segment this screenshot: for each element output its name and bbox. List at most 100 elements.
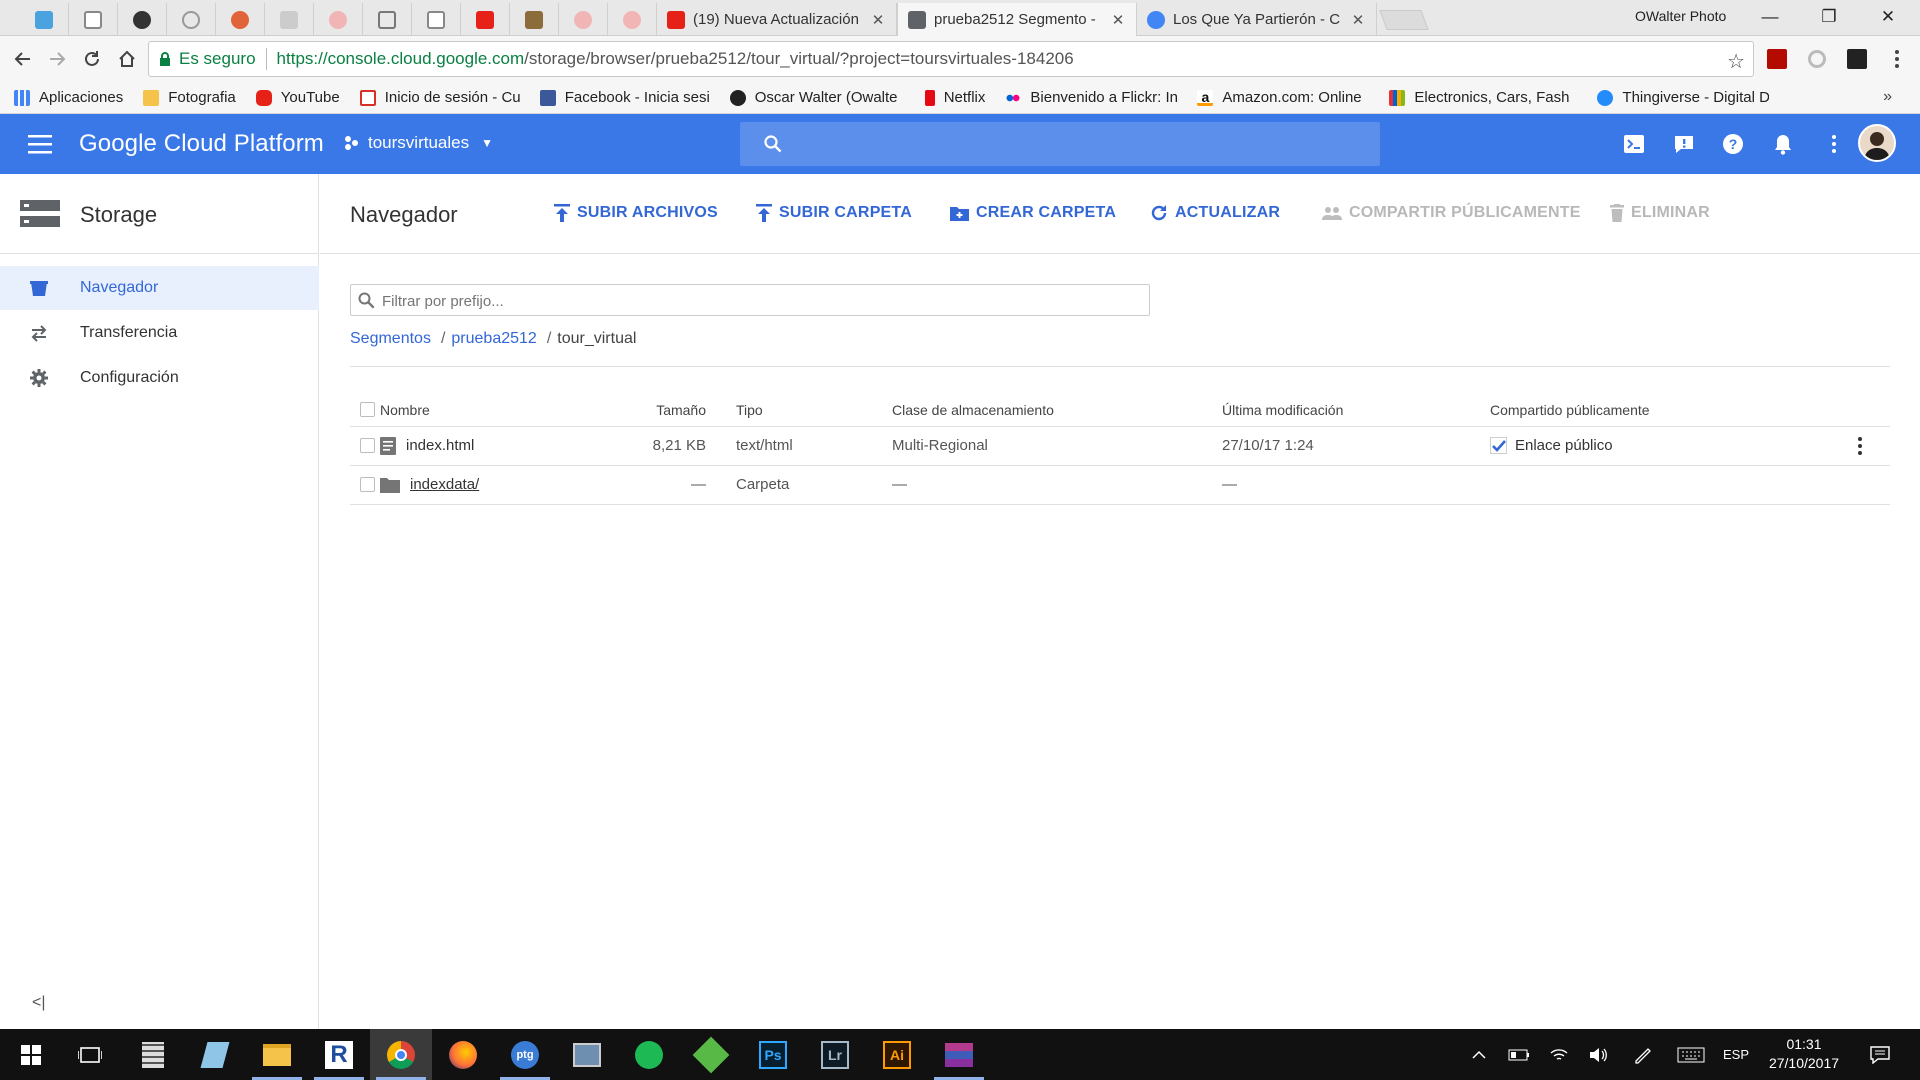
console-search[interactable] <box>740 122 1380 166</box>
public-link[interactable]: Enlace público <box>1515 437 1613 454</box>
pinned-tab[interactable] <box>412 3 461 36</box>
tab-docs[interactable]: Los Que Ya Partierón - C ✕ <box>1137 3 1377 36</box>
taskbar-clock[interactable]: 01:31 27/10/2017 <box>1758 1035 1850 1073</box>
taskbar-app-green[interactable] <box>680 1029 742 1080</box>
back-button[interactable] <box>10 46 36 72</box>
tray-keyboard-icon[interactable] <box>1672 1029 1710 1080</box>
folder-name-link[interactable]: indexdata/ <box>410 476 479 493</box>
pinned-tab[interactable] <box>510 3 559 36</box>
pinned-tab[interactable] <box>461 3 510 36</box>
collapse-sidebar-icon[interactable]: <| <box>32 994 46 1012</box>
pinned-tab[interactable] <box>69 3 118 36</box>
breadcrumb-bucket[interactable]: prueba2512 <box>451 330 536 348</box>
notifications-alert-button[interactable] <box>1672 132 1696 156</box>
amazon-extension-icon[interactable] <box>1846 48 1868 70</box>
share-publicly-button[interactable]: COMPARTIR PÚBLICAMENTE <box>1322 204 1581 222</box>
taskbar-file-explorer[interactable] <box>246 1029 308 1080</box>
new-tab-button[interactable] <box>1379 10 1429 30</box>
pinned-tab[interactable] <box>559 3 608 36</box>
bookmark-fotografia[interactable]: Fotografia <box>143 89 236 106</box>
language-indicator[interactable]: ESP <box>1716 1029 1756 1080</box>
bookmark-amazon[interactable]: a Amazon.com: Online <box>1197 89 1369 106</box>
taskbar-lightroom[interactable]: Lr <box>804 1029 866 1080</box>
column-header-type[interactable]: Tipo <box>736 394 892 427</box>
avatar[interactable] <box>1858 124 1896 162</box>
profile-name[interactable]: OWalter Photo <box>1635 8 1726 24</box>
project-selector[interactable]: toursvirtuales ▼ <box>344 133 493 153</box>
pinned-tab[interactable] <box>118 3 167 36</box>
pinned-tab[interactable] <box>265 3 314 36</box>
select-all-checkbox[interactable] <box>360 402 375 418</box>
pdf-extension-icon[interactable] <box>1766 48 1788 70</box>
delete-button[interactable]: ELIMINAR <box>1610 204 1710 222</box>
row-menu-button[interactable] <box>1850 436 1870 455</box>
row-checkbox[interactable] <box>360 477 375 492</box>
tray-wifi-icon[interactable] <box>1542 1029 1576 1080</box>
sidebar-item-configuracion[interactable]: Configuración <box>0 356 319 400</box>
taskbar-r-app[interactable]: R <box>308 1029 370 1080</box>
table-row[interactable]: index.html 8,21 KB text/html Multi-Regio… <box>350 426 1890 466</box>
refresh-button[interactable]: ACTUALIZAR <box>1150 204 1280 222</box>
bookmark-gmail[interactable]: Inicio de sesión - Cue <box>359 89 520 106</box>
cloud-shell-button[interactable] <box>1622 132 1646 156</box>
sidebar-item-transferencia[interactable]: Transferencia <box>0 311 319 355</box>
address-bar[interactable]: Es seguro https://console.cloud.google.c… <box>148 41 1754 77</box>
row-checkbox[interactable] <box>360 438 375 453</box>
checkmark-checkbox[interactable] <box>1490 437 1507 454</box>
taskbar-illustrator[interactable]: Ai <box>866 1029 928 1080</box>
start-button[interactable] <box>0 1029 62 1080</box>
column-header-name[interactable]: Nombre <box>380 394 630 427</box>
task-view-button[interactable] <box>59 1029 121 1080</box>
taskbar-firefox[interactable] <box>432 1029 494 1080</box>
notifications-button[interactable] <box>1771 132 1795 156</box>
column-header-size[interactable]: Tamaño <box>630 394 736 427</box>
home-button[interactable] <box>114 46 140 72</box>
bookmark-facebook[interactable]: Facebook - Inicia sesi <box>539 89 710 106</box>
tab-storage[interactable]: prueba2512 Segmento - ✕ <box>897 3 1137 36</box>
column-header-shared[interactable]: Compartido públicamente <box>1490 394 1850 427</box>
pinned-tab[interactable] <box>167 3 216 36</box>
bookmark-aplicaciones[interactable]: Aplicaciones <box>14 89 123 106</box>
more-bookmarks-icon[interactable]: » <box>1883 88 1892 106</box>
sidebar-item-navegador[interactable]: Navegador <box>0 266 319 310</box>
close-icon[interactable]: ✕ <box>1110 11 1126 29</box>
pinned-tab[interactable] <box>363 3 412 36</box>
reload-button[interactable] <box>79 46 105 72</box>
search-input[interactable] <box>796 132 1356 156</box>
action-center-button[interactable] <box>1860 1029 1900 1080</box>
bookmark-500px[interactable]: Oscar Walter (Owalte <box>729 89 905 106</box>
column-header-modified[interactable]: Última modificación <box>1222 394 1490 427</box>
taskbar-calculator[interactable] <box>122 1029 184 1080</box>
taskbar-photo-viewer[interactable] <box>556 1029 618 1080</box>
filter-box[interactable] <box>350 284 1150 316</box>
close-icon[interactable]: ✕ <box>1350 11 1366 29</box>
upload-files-button[interactable]: SUBIR ARCHIVOS <box>554 204 718 222</box>
create-folder-button[interactable]: CREAR CARPETA <box>950 204 1116 222</box>
tray-battery-icon[interactable] <box>1502 1029 1536 1080</box>
close-icon[interactable]: ✕ <box>870 11 886 29</box>
minimize-button[interactable]: — <box>1742 0 1798 34</box>
table-row[interactable]: indexdata/ — Carpeta — — <box>350 465 1890 505</box>
tab-youtube[interactable]: (19) Nueva Actualización ✕ <box>657 3 897 36</box>
filter-input[interactable] <box>382 291 1122 311</box>
pinned-tab[interactable] <box>216 3 265 36</box>
close-window-button[interactable]: ✕ <box>1860 0 1916 34</box>
taskbar-chrome[interactable] <box>370 1029 432 1080</box>
pinned-tab[interactable] <box>314 3 363 36</box>
taskbar-ptgui[interactable]: ptg <box>494 1029 556 1080</box>
tray-pen-icon[interactable] <box>1626 1029 1660 1080</box>
forward-button[interactable] <box>44 46 70 72</box>
bookmark-ebay[interactable]: Electronics, Cars, Fash <box>1389 89 1577 106</box>
taskbar-app-blue[interactable] <box>184 1029 246 1080</box>
taskbar-photoshop[interactable]: Ps <box>742 1029 804 1080</box>
more-options-button[interactable] <box>1822 132 1846 156</box>
gcp-brand[interactable]: Google Cloud Platform <box>79 130 324 158</box>
tray-expand-icon[interactable] <box>1464 1029 1494 1080</box>
extension-icon[interactable] <box>1806 48 1828 70</box>
pinned-tab[interactable] <box>608 3 657 36</box>
file-name-link[interactable]: index.html <box>406 437 474 454</box>
taskbar-winrar[interactable] <box>928 1029 990 1080</box>
chrome-menu-icon[interactable] <box>1886 48 1908 70</box>
upload-folder-button[interactable]: SUBIR CARPETA <box>756 204 912 222</box>
breadcrumb-segmentos[interactable]: Segmentos <box>350 330 431 348</box>
